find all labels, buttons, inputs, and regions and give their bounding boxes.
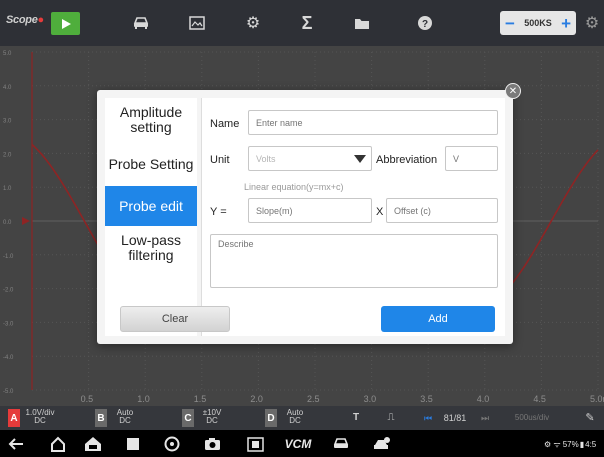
sigma-icon[interactable]: Σ	[297, 13, 317, 33]
tab-probe-setting[interactable]: Probe Setting	[105, 142, 197, 186]
unit-label: Unit	[210, 154, 230, 166]
settings-icon[interactable]: ⚙	[582, 13, 602, 33]
top-toolbar: Scope● ⚙ Σ ? − 500KS + ⚙	[0, 0, 604, 46]
play-button[interactable]	[51, 12, 80, 35]
abbreviation-label: Abbreviation	[376, 154, 438, 166]
offset-input[interactable]	[386, 198, 498, 223]
channel-d-button[interactable]: D	[265, 409, 277, 427]
vcm-icon[interactable]: VCM	[283, 435, 313, 453]
clear-button[interactable]: Clear	[120, 306, 230, 332]
page-counter: 81/81	[443, 413, 467, 423]
home-icon[interactable]	[49, 435, 67, 453]
name-input[interactable]	[248, 110, 498, 135]
channel-c-settings[interactable]: ±10V DC	[197, 409, 227, 427]
sample-rate-value: 500KS	[524, 18, 552, 28]
add-button[interactable]: Add	[381, 306, 495, 332]
equation-hint: Linear equation(y=mx+c)	[244, 182, 344, 192]
probe-edit-form: Name Unit Volts Abbreviation Linear equa…	[201, 98, 505, 336]
play-icon	[61, 18, 71, 29]
first-page-icon[interactable]: ⏮	[422, 409, 434, 427]
battery-icon: ▮	[579, 439, 585, 449]
help-icon[interactable]: ?	[415, 13, 435, 33]
describe-textarea[interactable]	[210, 234, 498, 288]
probe-icon[interactable]: ✎	[582, 409, 598, 427]
car-nav-icon[interactable]	[332, 435, 350, 453]
channel-b-settings[interactable]: Auto DC	[110, 409, 140, 427]
trigger-edge-icon[interactable]: ⎍	[381, 409, 401, 427]
tab-low-pass-filtering[interactable]: Low-pass filtering	[105, 226, 197, 270]
channel-a-settings[interactable]: 1.0V/div DC	[22, 409, 58, 427]
vehicle-home-icon[interactable]	[84, 435, 102, 453]
close-icon[interactable]: ✕	[505, 83, 521, 99]
last-page-icon[interactable]: ⏭	[479, 409, 491, 427]
browser-icon[interactable]	[163, 435, 181, 453]
screen-record-icon[interactable]	[246, 435, 264, 453]
abbreviation-input[interactable]	[445, 146, 498, 171]
timebase-control[interactable]: 500us/div	[504, 409, 560, 427]
slope-input[interactable]	[248, 198, 372, 223]
channel-d-settings[interactable]: Auto DC	[280, 409, 310, 427]
gear-icon[interactable]: ⚙	[243, 13, 263, 33]
recent-apps-icon[interactable]	[124, 435, 142, 453]
name-label: Name	[210, 118, 240, 130]
status-icons: ⚙ ᯤ	[544, 439, 561, 449]
chevron-down-icon[interactable]	[347, 146, 372, 171]
scope-logo: Scope●	[6, 14, 44, 26]
channel-bar: A 1.0V/div DC B Auto DC C ±10V DC D Auto DC …	[0, 406, 604, 430]
service-icon[interactable]	[373, 435, 391, 453]
battery-level: 57%	[562, 439, 579, 449]
increase-sample-button[interactable]: +	[561, 15, 571, 32]
system-nav-bar: VCM ⚙ ᯤ 57% ▮ 4:5	[0, 430, 604, 457]
sample-rate-control: − 500KS +	[500, 11, 576, 35]
back-icon[interactable]	[7, 435, 25, 453]
dialog-tabs: Amplitude setting Probe Setting Probe ed…	[105, 98, 197, 336]
clock: 4:5	[585, 439, 597, 449]
decrease-sample-button[interactable]: −	[505, 15, 515, 32]
status-area: ⚙ ᯤ 57% ▮ 4:5	[544, 435, 604, 453]
tab-probe-edit[interactable]: Probe edit	[105, 186, 197, 226]
tab-amplitude-setting[interactable]: Amplitude setting	[105, 98, 197, 142]
trigger-button[interactable]: T	[350, 409, 362, 427]
y-equals-label: Y =	[210, 206, 227, 218]
car-icon[interactable]	[131, 13, 151, 33]
camera-icon[interactable]	[203, 435, 221, 453]
svg-text:?: ?	[422, 19, 428, 30]
channel-b-button[interactable]: B	[95, 409, 107, 427]
image-icon[interactable]	[187, 13, 207, 33]
channel-a-button[interactable]: A	[8, 409, 20, 427]
folder-icon[interactable]	[352, 13, 372, 33]
channel-c-button[interactable]: C	[182, 409, 194, 427]
